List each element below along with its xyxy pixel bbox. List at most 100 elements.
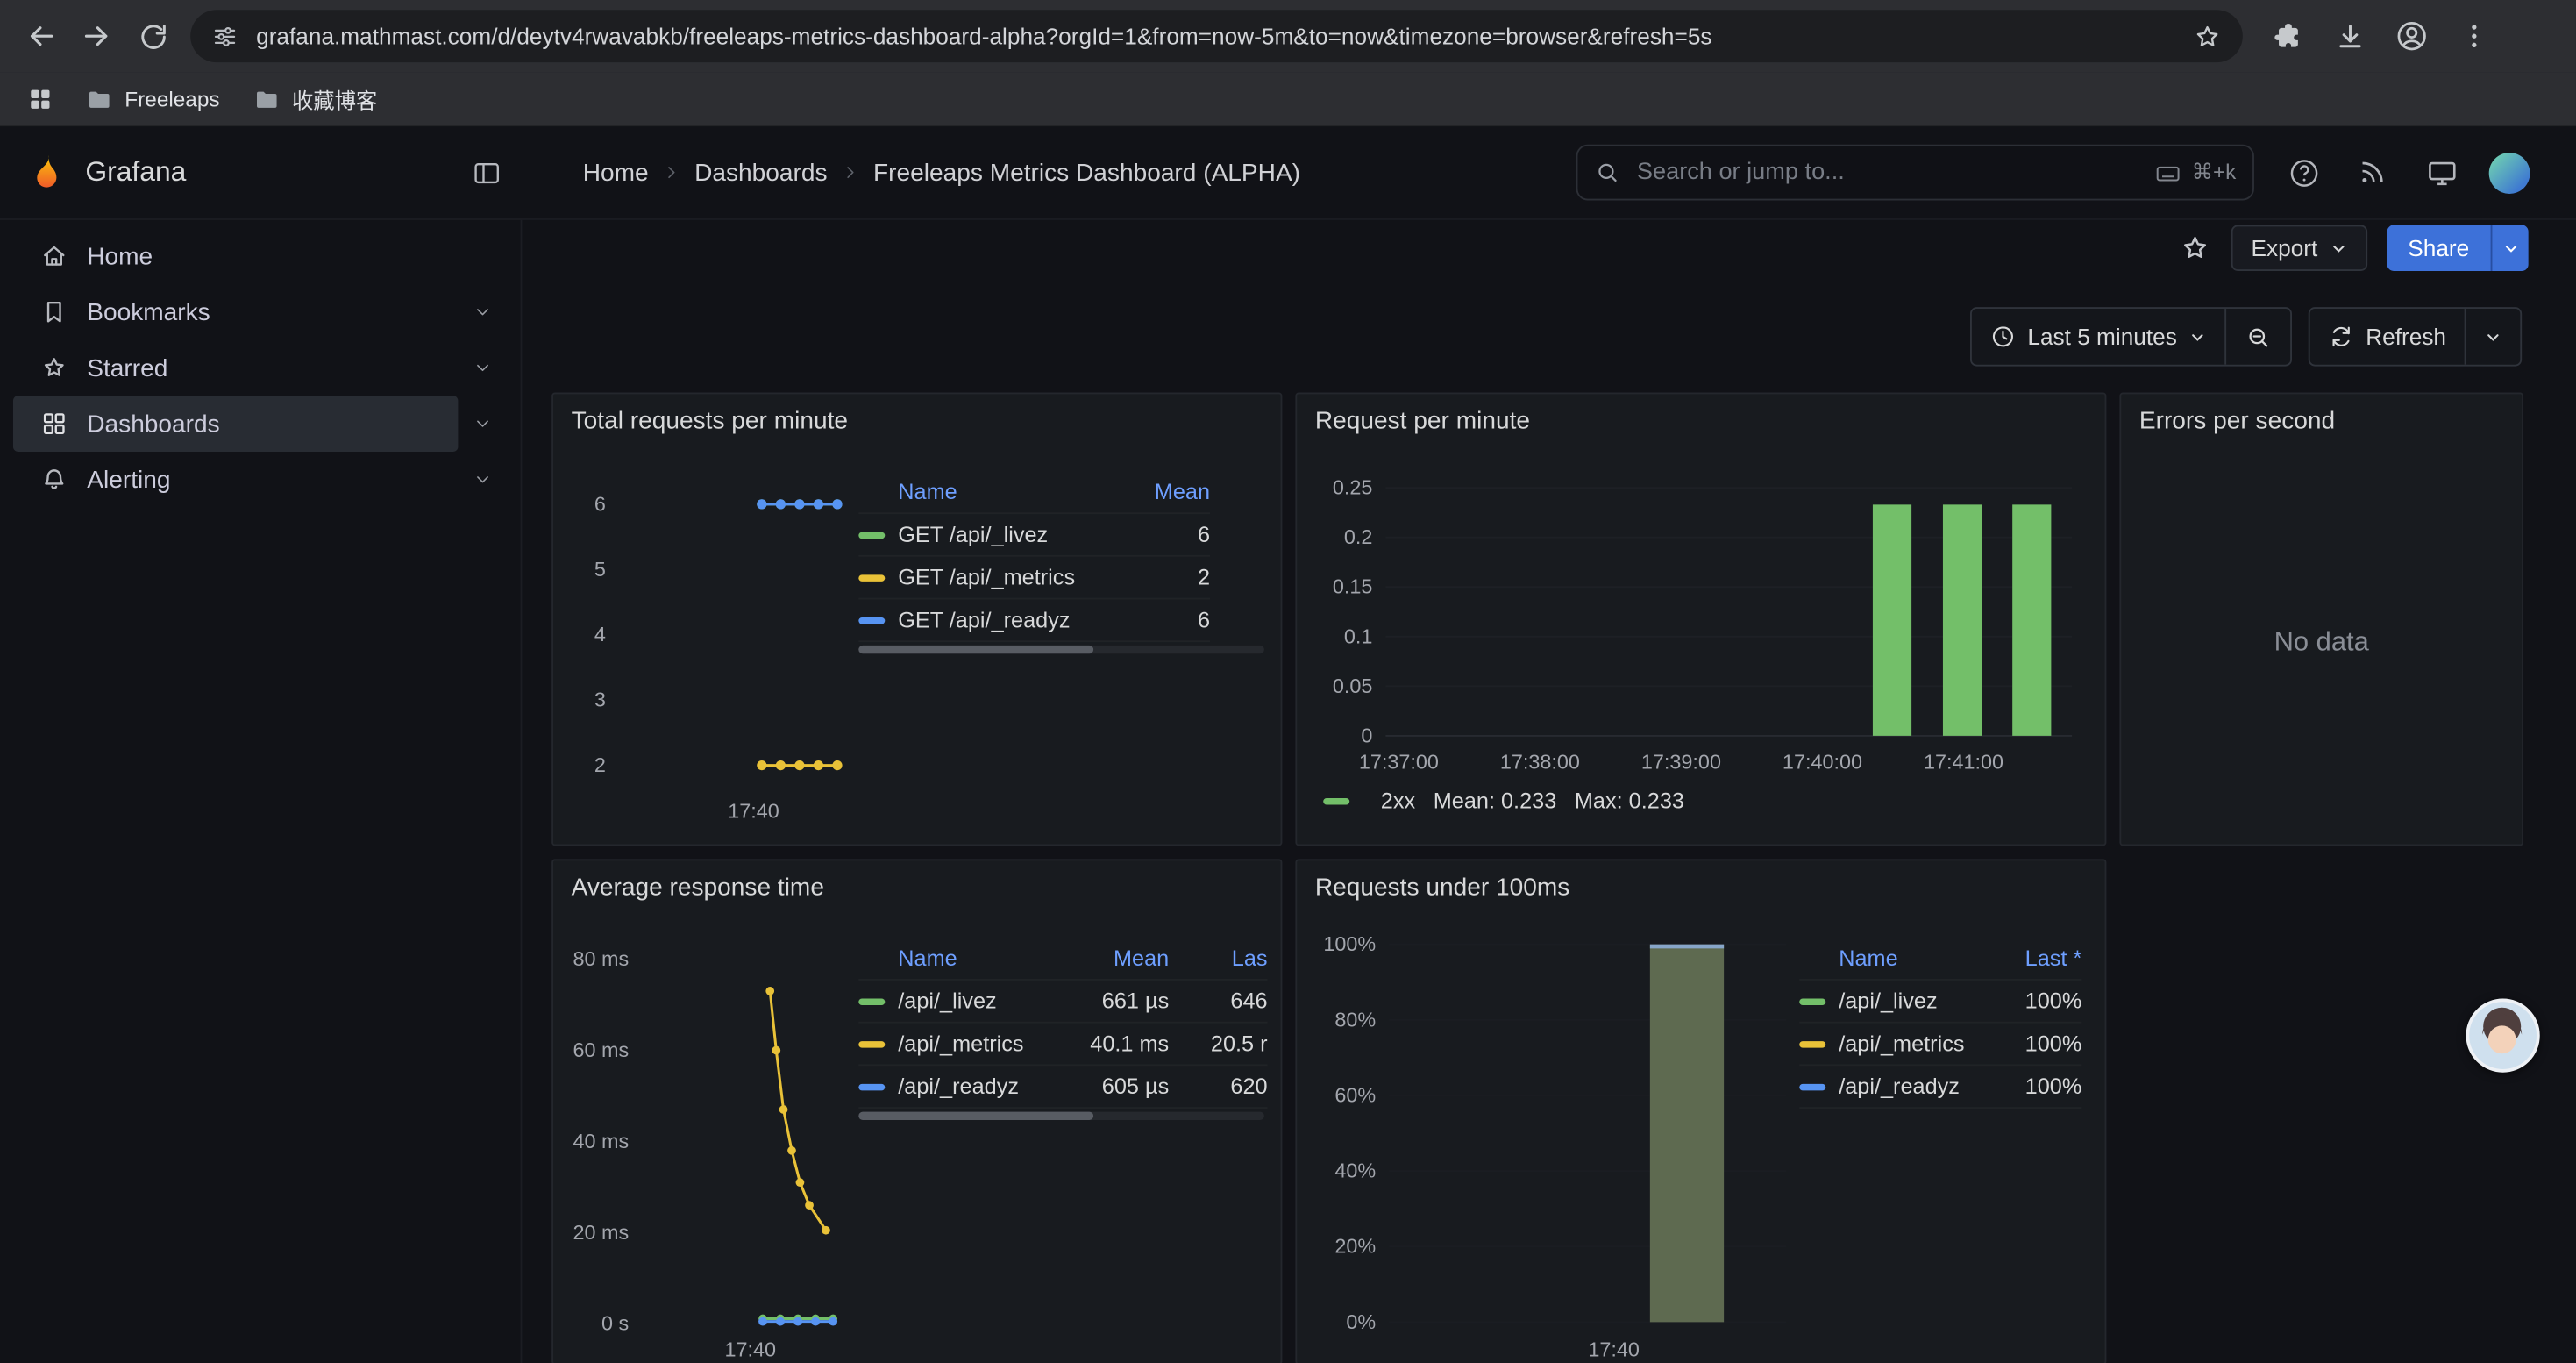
breadcrumb: Home Dashboards Freeleaps Metrics Dashboar…	[583, 159, 1300, 187]
zoom-out-button[interactable]	[2224, 309, 2290, 365]
export-button[interactable]: Export	[2231, 225, 2366, 271]
breadcrumb-item[interactable]: Dashboards	[694, 159, 827, 187]
share-button[interactable]: Share	[2387, 225, 2529, 271]
sidebar-item-dashboards[interactable]: Dashboards	[13, 396, 508, 452]
toolbar-right	[2259, 8, 2502, 64]
chevron-down-icon[interactable]	[458, 358, 507, 377]
sidebar-item-home[interactable]: Home	[13, 228, 508, 284]
svg-text:17:39:00: 17:39:00	[1641, 750, 1721, 773]
dock-menu-icon[interactable]	[471, 157, 502, 189]
legend-row[interactable]: /api/_livez661 µs646	[858, 981, 1267, 1024]
grafana-app: Grafana Home Dashboards Freeleaps Metrics …	[0, 126, 2576, 1363]
download-icon[interactable]	[2322, 8, 2378, 64]
chevron-down-icon[interactable]	[458, 470, 507, 489]
legend-row[interactable]: /api/_metrics100%	[1799, 1024, 2081, 1067]
chevron-down-icon	[2188, 328, 2207, 346]
site-info-icon[interactable]	[210, 21, 240, 51]
clock-icon	[1989, 324, 2016, 350]
chevron-right-icon	[841, 162, 860, 182]
time-range-picker[interactable]: Last 5 minutes	[1972, 309, 2224, 365]
help-icon[interactable]	[2282, 151, 2325, 194]
chevron-down-icon	[2501, 239, 2520, 257]
home-icon	[39, 241, 69, 271]
svg-text:17:41:00: 17:41:00	[1924, 750, 2003, 773]
panel-under-100ms: Requests under 100ms 100%80%60%40%20%0%1…	[1295, 859, 2106, 1363]
bookmark-item[interactable]: Freeleaps	[72, 77, 232, 120]
reload-button[interactable]	[125, 8, 181, 64]
favorite-star-icon[interactable]	[2179, 232, 2211, 264]
sidebar-item-bookmarks[interactable]: Bookmarks	[13, 284, 508, 340]
apps-grid-icon[interactable]	[17, 77, 62, 120]
chevron-down-icon[interactable]	[458, 414, 507, 433]
panel-title[interactable]: Errors per second	[2139, 407, 2335, 435]
monitor-icon[interactable]	[2420, 151, 2463, 194]
refresh-button[interactable]: Refresh	[2310, 309, 2465, 365]
news-rss-icon[interactable]	[2351, 151, 2394, 194]
search-input[interactable]	[1633, 158, 2140, 188]
folder-icon	[85, 84, 113, 112]
svg-text:0.2: 0.2	[1344, 525, 1373, 548]
breadcrumb-item[interactable]: Freeleaps Metrics Dashboard (ALPHA)	[873, 159, 1300, 187]
search-box[interactable]: ⌘+k	[1576, 145, 2254, 201]
assistant-avatar[interactable]	[2466, 998, 2539, 1072]
total-requests-chart: 6543217:40	[563, 470, 858, 835]
bookmark-item[interactable]: 收藏博客	[239, 77, 390, 120]
chevron-down-icon[interactable]	[458, 303, 507, 322]
forward-button[interactable]	[69, 8, 125, 64]
svg-text:0 s: 0 s	[601, 1312, 629, 1335]
refresh-interval-caret[interactable]	[2465, 309, 2521, 365]
user-avatar[interactable]	[2489, 152, 2530, 193]
svg-text:5: 5	[594, 558, 606, 581]
profile-icon[interactable]	[2384, 8, 2440, 64]
sidebar: HomeBookmarksStarredDashboardsAlerting	[0, 220, 522, 1363]
bookmark-icon	[39, 297, 69, 327]
svg-text:60 ms: 60 ms	[573, 1038, 629, 1061]
grafana-header-left: Grafana	[0, 126, 522, 218]
legend-row[interactable]: /api/_metrics40.1 ms20.5 r	[858, 1024, 1267, 1067]
url-text[interactable]: grafana.mathmast.com/d/deytv4rwavabkb/fr…	[256, 23, 2192, 49]
legend-row[interactable]: /api/_readyz605 µs620	[858, 1066, 1267, 1109]
svg-text:80%: 80%	[1334, 1008, 1376, 1031]
svg-text:40%: 40%	[1334, 1160, 1376, 1182]
time-controls: Last 5 minutes Refresh	[1970, 307, 2522, 366]
refresh-group: Refresh	[2309, 307, 2522, 366]
search-icon	[1594, 160, 1620, 186]
panel-avg-response: Average response time 80 ms60 ms40 ms20 …	[551, 859, 1282, 1363]
panel-title[interactable]: Average response time	[572, 874, 824, 902]
svg-text:20%: 20%	[1334, 1235, 1376, 1258]
panel-errors: Errors per second No data	[2119, 393, 2523, 846]
svg-text:4: 4	[594, 623, 606, 646]
share-menu-caret[interactable]	[2491, 225, 2529, 271]
legend-scrollbar[interactable]	[858, 1112, 1264, 1120]
legend-row[interactable]: /api/_livez100%	[1799, 981, 2081, 1024]
legend-row[interactable]: GET /api/_livez6	[858, 514, 1210, 557]
bookmark-star-icon[interactable]	[2192, 20, 2224, 52]
avg-response-chart: 80 ms60 ms40 ms20 ms0 s17:40	[563, 936, 858, 1363]
svg-text:0.25: 0.25	[1333, 476, 1373, 499]
svg-text:17:40:00: 17:40:00	[1783, 750, 1862, 773]
back-button[interactable]	[13, 8, 69, 64]
grafana-brand: Grafana	[85, 156, 186, 189]
legend-2xx[interactable]: 2xx Mean: 0.233 Max: 0.233	[1323, 789, 1684, 813]
legend-row[interactable]: GET /api/_readyz6	[858, 599, 1210, 642]
legend-scrollbar[interactable]	[858, 646, 1264, 653]
sidebar-item-starred[interactable]: Starred	[13, 340, 508, 396]
legend-row[interactable]: GET /api/_metrics2	[858, 557, 1210, 600]
extensions-icon[interactable]	[2259, 8, 2316, 64]
grafana-logo[interactable]	[25, 151, 68, 194]
breadcrumb-item[interactable]: Home	[583, 159, 649, 187]
panel-title[interactable]: Total requests per minute	[572, 407, 848, 435]
browser-menu-icon[interactable]	[2446, 8, 2502, 64]
svg-text:0.1: 0.1	[1344, 624, 1373, 647]
series-swatch	[1799, 1083, 1825, 1089]
address-bar[interactable]: grafana.mathmast.com/d/deytv4rwavabkb/fr…	[190, 10, 2243, 62]
panel-title[interactable]: Requests under 100ms	[1315, 874, 1569, 902]
svg-text:17:37:00: 17:37:00	[1359, 750, 1439, 773]
legend-row[interactable]: /api/_readyz100%	[1799, 1066, 2081, 1109]
svg-text:0: 0	[1361, 724, 1372, 746]
panel-title[interactable]: Request per minute	[1315, 407, 1530, 435]
zoom-out-icon	[2245, 323, 2273, 351]
sidebar-item-alerting[interactable]: Alerting	[13, 452, 508, 508]
legend-table: NameMeanLas/api/_livez661 µs646/api/_met…	[858, 938, 1267, 1109]
time-range-group: Last 5 minutes	[1970, 307, 2292, 366]
